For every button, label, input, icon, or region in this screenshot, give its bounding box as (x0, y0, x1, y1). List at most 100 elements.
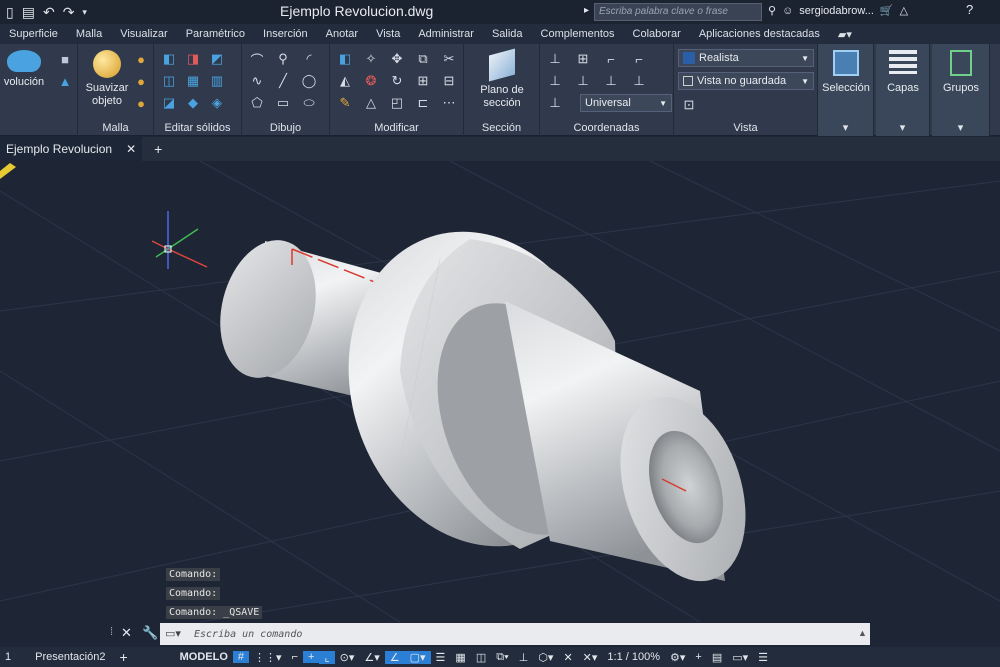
section-plane-button[interactable]: Plano de sección (468, 48, 536, 110)
extrude-icon[interactable]: ▲ (56, 72, 74, 90)
ellipse-icon[interactable]: ⬭ (300, 94, 318, 112)
viewcube-icon[interactable] (0, 163, 16, 179)
infer-icon[interactable]: ⌐ (287, 651, 303, 663)
rotate-icon[interactable]: ↻ (388, 72, 406, 90)
offset-icon[interactable]: ⊏ (414, 94, 432, 112)
video-icon[interactable]: ▰▾ (829, 28, 861, 41)
move-icon[interactable]: ✥ (388, 50, 406, 68)
panel-label-seccion[interactable]: Sección (464, 122, 539, 134)
ucs-select[interactable]: Universal ▼ (580, 94, 672, 112)
lineweight-icon[interactable]: ☰ (431, 651, 451, 664)
rectangle-icon[interactable]: ▭ (274, 94, 292, 112)
helix-icon[interactable]: ⚲ (274, 50, 292, 68)
stretch-icon[interactable]: ◭ (336, 72, 354, 90)
panel-label-dibujo[interactable]: Dibujo (242, 122, 329, 134)
autoscale-icon[interactable]: ✕▾ (578, 651, 603, 664)
interfere-icon[interactable]: ◈ (208, 94, 226, 112)
extract-icon[interactable]: ◫ (160, 72, 178, 90)
smooth-object-button[interactable]: Suavizar objeto (82, 50, 132, 108)
mesh-smooth-icon[interactable]: ● (132, 50, 150, 68)
arc-icon[interactable]: ◜ (300, 50, 318, 68)
tab-vista[interactable]: Vista (367, 28, 409, 40)
clean-screen-icon[interactable]: ▭▾ (727, 651, 753, 664)
drawing-viewport[interactable]: Comando: Comando: Comando: _QSAVE (0, 160, 1000, 623)
ucs-x-icon[interactable]: ⊥ (546, 72, 564, 90)
circle-icon[interactable]: ◯ (300, 72, 318, 90)
ucs-list-icon[interactable]: ⊞ (574, 50, 592, 68)
layers-button[interactable]: Capas (876, 50, 930, 95)
command-input[interactable]: Escriba un comando (160, 623, 870, 645)
fillet-icon[interactable]: ◰ (388, 94, 406, 112)
ucs-z-icon[interactable]: ⊥ (602, 72, 620, 90)
add-icon[interactable]: + (690, 651, 706, 663)
trim-icon[interactable]: ✂ (440, 50, 458, 68)
transparency-icon[interactable]: ▦ (450, 651, 470, 664)
imprint-icon[interactable]: ▦ (184, 72, 202, 90)
tab-administrar[interactable]: Administrar (409, 28, 483, 40)
cmd-prompt-icon[interactable]: ▭▾ (165, 627, 181, 640)
groups-button[interactable]: Grupos (932, 50, 990, 95)
binoculars-icon[interactable]: ⚲ (768, 4, 776, 17)
ucs-y-icon[interactable]: ⊥ (574, 72, 592, 90)
tab-document[interactable]: Ejemplo Revolucion ✕ (0, 137, 143, 161)
close-icon[interactable]: ✕ (126, 142, 136, 156)
selection-button[interactable]: Selección (818, 50, 874, 95)
intersect-icon[interactable]: ◩ (208, 50, 226, 68)
tab-malla[interactable]: Malla (67, 28, 111, 40)
tab-insercion[interactable]: Inserción (254, 28, 317, 40)
redo-icon[interactable]: ↷ (63, 4, 75, 21)
box-icon[interactable]: ■ (56, 50, 74, 68)
panel-label-vista[interactable]: Vista (674, 122, 817, 134)
explode-icon[interactable]: ⋯ (440, 94, 458, 112)
model-canvas[interactable] (0, 160, 1000, 623)
visual-style-select[interactable]: Realista ▼ (678, 49, 814, 67)
otrack-icon[interactable]: ∠ (384, 650, 405, 664)
polygon-icon[interactable]: ⬠ (248, 94, 266, 112)
ucs-object-icon[interactable]: ⊥ (546, 94, 564, 112)
scale-icon[interactable]: △ (362, 94, 380, 112)
3drotate-icon[interactable]: ❂ (362, 72, 380, 90)
array-icon[interactable]: ⊟ (440, 72, 458, 90)
mesh-refine-icon[interactable]: ● (132, 72, 150, 90)
gear-icon[interactable]: ⚙▾ (665, 651, 690, 664)
search-input[interactable]: Escriba palabra clave o frase (594, 3, 762, 21)
ucs-view-icon[interactable]: ⊥ (630, 72, 648, 90)
annotation-visibility-icon[interactable]: ✕ (558, 651, 577, 664)
model-space-button[interactable]: MODELO (175, 651, 233, 663)
panel-label-coordenadas[interactable]: Coordenadas (540, 122, 673, 134)
print-icon[interactable]: ▤ (22, 4, 35, 21)
tab-anotar[interactable]: Anotar (317, 28, 367, 40)
polyline-icon[interactable]: ⌒ (248, 50, 266, 68)
panel-grupos-chevron[interactable]: ▾ (932, 121, 989, 134)
thicken-icon[interactable]: ◆ (184, 94, 202, 112)
line-icon[interactable]: ╱ (274, 72, 292, 90)
layout-tab-presentacion2[interactable]: Presentación2 (30, 651, 110, 663)
grid-toggle-icon[interactable]: # (232, 651, 250, 663)
selection-cycling-icon[interactable]: ◫ (471, 651, 491, 664)
panel-capas-chevron[interactable]: ▾ (876, 121, 929, 134)
save-icon[interactable]: ▯ (6, 4, 14, 21)
copy-icon[interactable]: ⧉ (414, 50, 432, 68)
properties-icon[interactable]: ▤ (707, 651, 727, 664)
layout-tab-1[interactable]: 1 (0, 651, 16, 663)
mesh-crease-icon[interactable]: ● (132, 94, 150, 112)
ucs-3point-icon[interactable]: ⌐ (630, 50, 648, 68)
drag-handle-icon[interactable]: ⁞ (110, 626, 113, 638)
subtract-icon[interactable]: ◨ (184, 50, 202, 68)
osnap-icon[interactable]: ▢▾ (404, 650, 431, 664)
shell-icon[interactable]: ▥ (208, 72, 226, 90)
dynamic-input-icon[interactable]: + (303, 651, 320, 663)
help-icon[interactable]: ? (966, 2, 973, 17)
spline-icon[interactable]: ∿ (248, 72, 266, 90)
ortho-icon[interactable]: ⌞ (319, 650, 335, 664)
align-icon[interactable]: ◧ (336, 50, 354, 68)
3dosnap-icon[interactable]: ⧉▾ (491, 651, 513, 664)
polar-icon[interactable]: ⊙▾ (335, 651, 360, 664)
user-name[interactable]: sergiodabrow... (799, 5, 874, 17)
isodraft-icon[interactable]: ∠▾ (359, 651, 384, 664)
tab-aplicaciones[interactable]: Aplicaciones destacadas (690, 28, 829, 40)
search-expand-icon[interactable]: ▸ (584, 5, 589, 16)
viewport-config-icon[interactable]: ⊡ (680, 96, 698, 114)
mirror-icon[interactable]: ⊞ (414, 72, 432, 90)
add-layout-button[interactable]: + (114, 649, 132, 665)
